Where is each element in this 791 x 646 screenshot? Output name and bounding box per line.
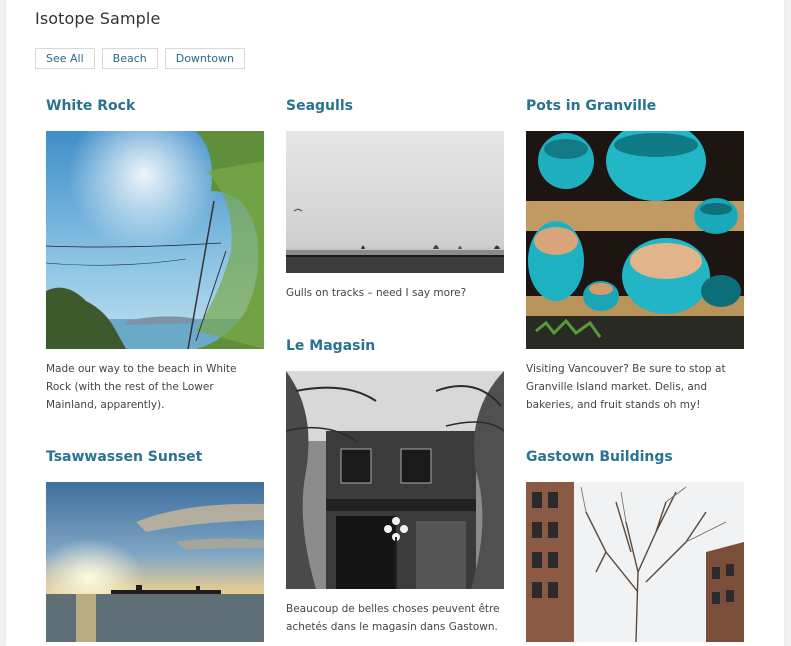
tsawwassen-sunset-photo[interactable] <box>46 482 264 642</box>
seagulls-photo[interactable] <box>286 131 504 273</box>
le-magasin-photo[interactable] <box>286 371 504 589</box>
card-le-magasin: Le Magasin Beaucoup de belles choses peu… <box>286 338 504 638</box>
card-caption: Gulls on tracks – need I say more? <box>286 287 467 299</box>
filter-downtown-button[interactable]: Downtown <box>164 48 245 69</box>
page-container: Isotope Sample See All Beach Downtown Wh… <box>6 0 784 646</box>
filter-see-all-button[interactable]: See All <box>35 48 95 69</box>
card-caption: Made our way to the beach in White Rock … <box>46 363 237 411</box>
card-caption: Beaucoup de belles choses peuvent être a… <box>286 603 500 633</box>
card-pots-in-granville: Pots in Granville Visiting Vancouver? Be… <box>526 98 744 418</box>
card-tsawwassen-sunset: Tsawwassen Sunset <box>46 449 264 646</box>
card-seagulls: Seagulls Gulls on tracks – need I say mo… <box>286 98 504 308</box>
filter-bar: See All Beach Downtown <box>35 48 245 69</box>
card-title-link[interactable]: Le Magasin <box>286 338 504 354</box>
card-title-link[interactable]: Gastown Buildings <box>526 449 744 465</box>
pots-photo[interactable] <box>526 131 744 349</box>
card-title-link[interactable]: Seagulls <box>286 98 504 114</box>
filter-beach-button[interactable]: Beach <box>101 48 158 69</box>
card-gastown-buildings: Gastown Buildings <box>526 449 744 646</box>
card-title-link[interactable]: Tsawwassen Sunset <box>46 449 264 465</box>
card-title-link[interactable]: White Rock <box>46 98 264 114</box>
card-white-rock: White Rock Made our way to the beach in … <box>46 98 264 418</box>
gastown-buildings-photo[interactable] <box>526 482 744 642</box>
page-title: Isotope Sample <box>35 9 161 28</box>
white-rock-photo[interactable] <box>46 131 264 349</box>
card-caption: Visiting Vancouver? Be sure to stop at G… <box>526 363 726 411</box>
card-title-link[interactable]: Pots in Granville <box>526 98 744 114</box>
